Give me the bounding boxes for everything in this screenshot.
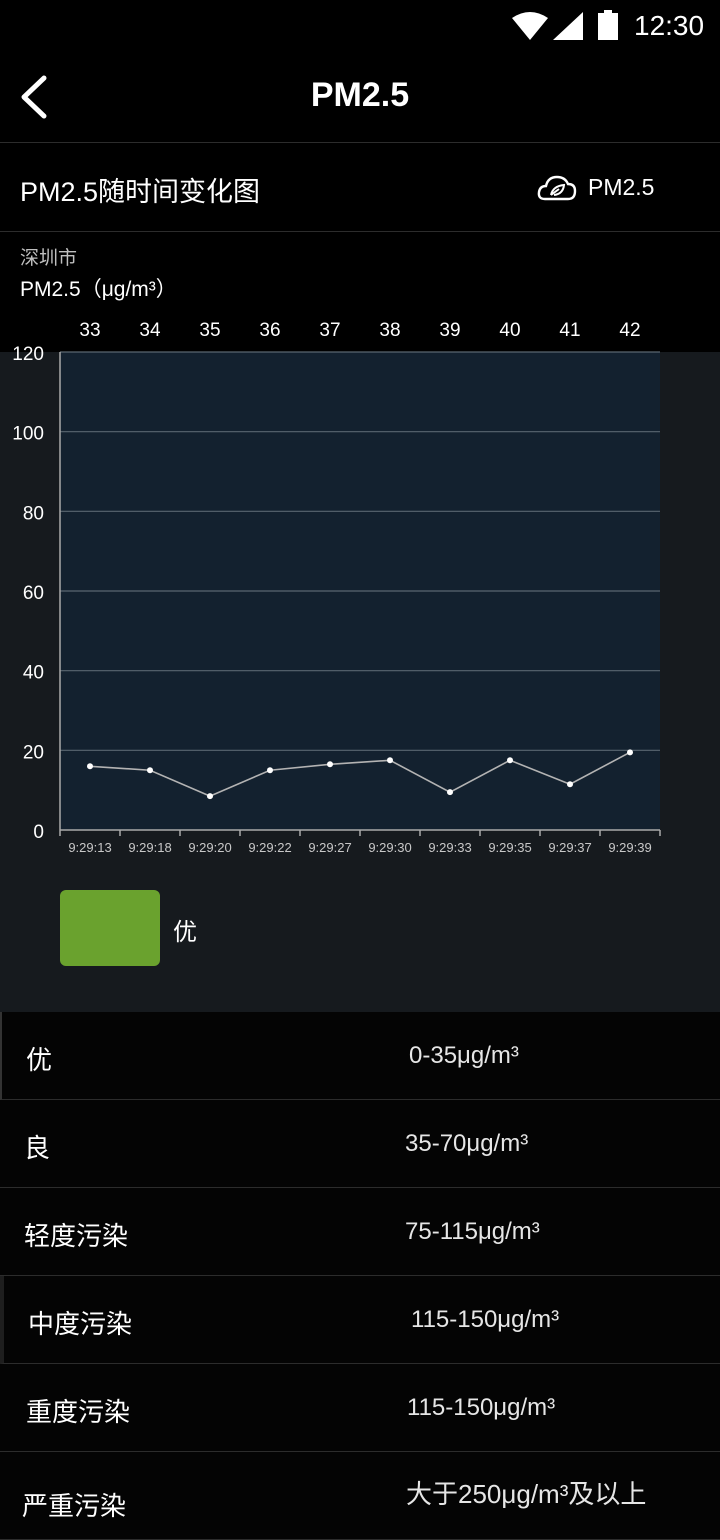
y-tick-label: 20	[23, 742, 44, 763]
top-label: 36	[259, 320, 280, 341]
data-point	[507, 757, 513, 764]
unit-label: PM2.5（μg/m³）	[20, 278, 177, 301]
level-name: 严重污染	[22, 1491, 127, 1521]
battery-icon	[598, 10, 618, 40]
top-label: 38	[379, 320, 400, 341]
page-title: PM2.5	[310, 76, 410, 114]
chart-section-header: PM2.5随时间变化图 PM2.5	[0, 144, 720, 232]
city-label: 深圳市	[20, 248, 78, 269]
x-tick-label: 9:29:20	[188, 840, 231, 855]
table-row: 优 0-35μg/m³	[0, 1012, 720, 1100]
cloud-leaf-icon[interactable]	[537, 172, 577, 202]
y-tick-label: 40	[23, 663, 44, 684]
x-tick-label: 9:29:39	[608, 840, 651, 855]
x-tick-label: 9:29:27	[308, 840, 351, 855]
chart-section-title: PM2.5随时间变化图	[20, 177, 261, 207]
data-point	[447, 789, 453, 796]
data-point	[87, 763, 93, 770]
x-tick-label: 9:29:33	[428, 840, 471, 855]
levels-table: 优 0-35μg/m³ 良 35-70μg/m³ 轻度污染 75-115μg/m…	[0, 1012, 720, 1540]
top-label: 33	[79, 320, 100, 341]
top-label: 41	[559, 320, 580, 341]
level-range: 115-150μg/m³	[411, 1306, 560, 1333]
app-bar: PM2.5	[0, 52, 720, 143]
level-range: 0-35μg/m³	[409, 1042, 519, 1069]
top-label: 40	[499, 320, 520, 341]
x-tick-label: 9:29:37	[548, 840, 591, 855]
line-chart: 0 20 40 60 80 100 120 9:29:13 9:29:18 9:29:20 9:29…	[12, 320, 661, 855]
level-name: 优	[26, 1045, 53, 1075]
x-tick-label: 9:29:30	[368, 840, 411, 855]
x-tick-label: 9:29:18	[128, 840, 171, 855]
table-row: 中度污染 115-150μg/m³	[0, 1276, 720, 1364]
y-tick-label: 0	[33, 822, 44, 843]
signal-icon	[553, 12, 583, 40]
level-range: 大于250μg/m³及以上	[406, 1479, 647, 1509]
x-tick-label: 9:29:22	[248, 840, 291, 855]
level-name: 中度污染	[28, 1309, 133, 1339]
data-point	[207, 793, 213, 800]
x-tick-label: 9:29:13	[68, 840, 111, 855]
status-bar: 12:30	[0, 0, 720, 52]
level-range: 75-115μg/m³	[405, 1218, 540, 1245]
data-point	[327, 761, 333, 768]
data-point	[627, 749, 633, 756]
legend-label: 优	[173, 919, 197, 946]
status-time: 12:30	[634, 10, 705, 41]
y-tick-label: 80	[23, 503, 44, 524]
level-name: 轻度污染	[24, 1221, 129, 1251]
legend-swatch	[60, 890, 160, 966]
table-row: 轻度污染 75-115μg/m³	[0, 1188, 720, 1276]
data-point	[267, 767, 273, 774]
wifi-icon	[512, 12, 548, 40]
pm25-tag[interactable]: PM2.5	[588, 174, 654, 201]
top-label: 34	[139, 320, 161, 341]
top-label: 42	[619, 320, 640, 341]
y-tick-label: 120	[12, 344, 44, 365]
y-tick-label: 100	[12, 424, 44, 445]
y-tick-label: 60	[23, 583, 44, 604]
table-row: 严重污染 大于250μg/m³及以上	[0, 1452, 720, 1540]
table-row: 良 35-70μg/m³	[0, 1100, 720, 1188]
top-label: 37	[319, 320, 340, 341]
level-range: 35-70μg/m³	[405, 1130, 529, 1157]
level-name: 重度污染	[26, 1397, 131, 1427]
top-label: 35	[199, 320, 220, 341]
level-range: 115-150μg/m³	[407, 1394, 556, 1421]
x-tick-label: 9:29:35	[488, 840, 531, 855]
table-row: 重度污染 115-150μg/m³	[0, 1364, 720, 1452]
level-name: 良	[24, 1133, 51, 1163]
data-point	[567, 781, 573, 788]
data-point	[387, 757, 393, 764]
data-point	[147, 767, 153, 774]
top-label: 39	[439, 320, 460, 341]
